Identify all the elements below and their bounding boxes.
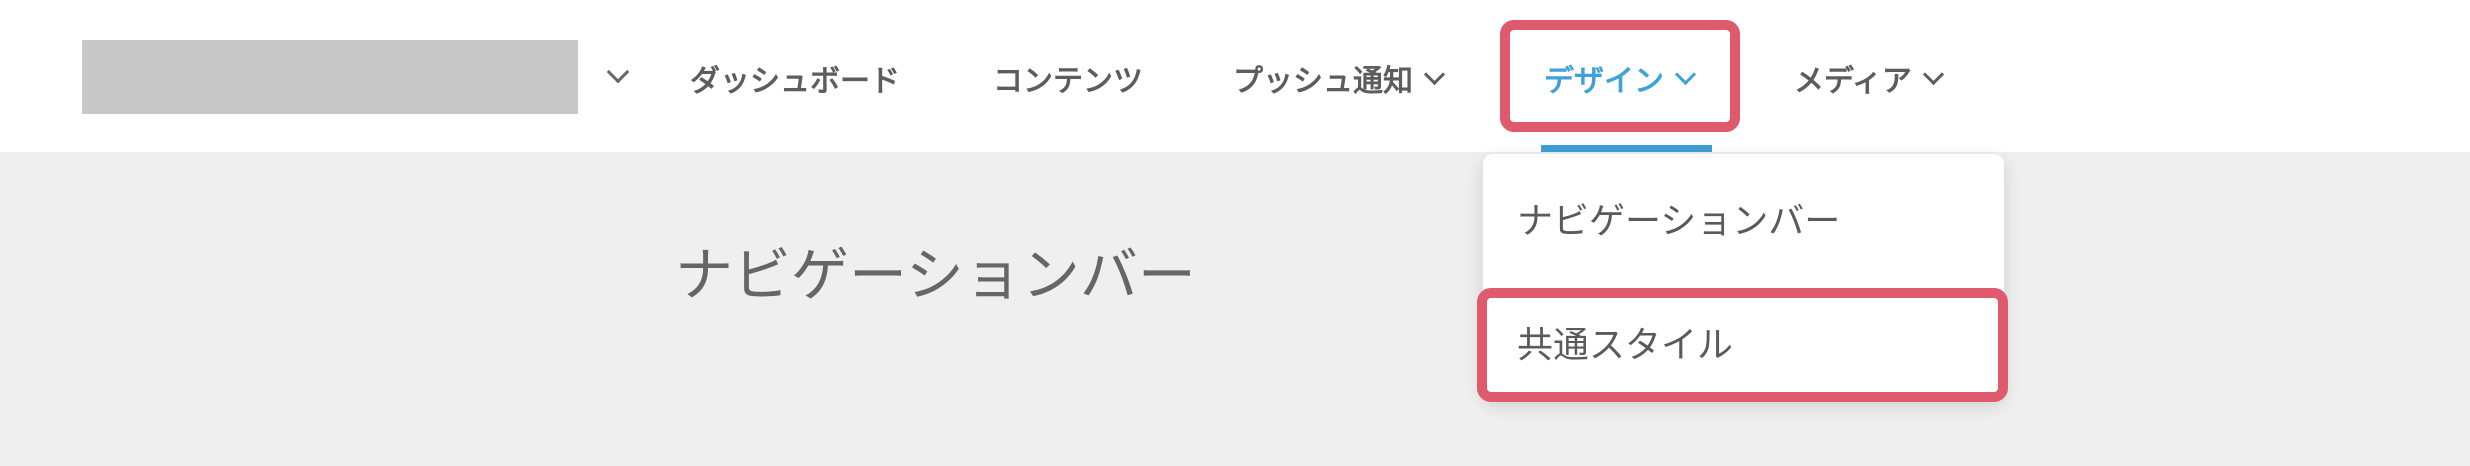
menu-item-navigation-bar[interactable]: ナビゲーションバー: [1517, 192, 1840, 244]
nav-item-contents[interactable]: コンテンツ: [993, 56, 1143, 100]
page-title: ナビゲーションバー: [675, 241, 1196, 309]
nav-item-push-notification[interactable]: プッシュ通知: [1233, 56, 1446, 100]
nav-item-media[interactable]: メディア: [1794, 56, 1945, 100]
nav-item-label: ダッシュボード: [690, 64, 900, 99]
chevron-down-icon[interactable]: [606, 60, 630, 84]
chevron-down-icon: [1922, 63, 1945, 85]
nav-item-design[interactable]: デザイン: [1544, 56, 1697, 100]
chevron-down-icon: [1674, 63, 1697, 85]
menu-item-common-style[interactable]: 共通スタイル: [1517, 316, 1733, 368]
chevron-down-icon: [1423, 63, 1446, 85]
nav-item-label: コンテンツ: [993, 64, 1143, 99]
top-navigation-bar: ダッシュボード コンテンツ プッシュ通知 デザイン メディア: [0, 0, 2470, 152]
design-dropdown-menu: ナビゲーションバー 共通スタイル: [1483, 154, 2004, 399]
site-logo-placeholder[interactable]: [82, 40, 578, 114]
active-tab-indicator: [1541, 145, 1712, 152]
nav-item-dashboard[interactable]: ダッシュボード: [690, 56, 900, 100]
nav-item-label: プッシュ通知: [1233, 64, 1413, 99]
nav-item-label: デザイン: [1544, 64, 1664, 99]
nav-item-label: メディア: [1794, 64, 1912, 99]
